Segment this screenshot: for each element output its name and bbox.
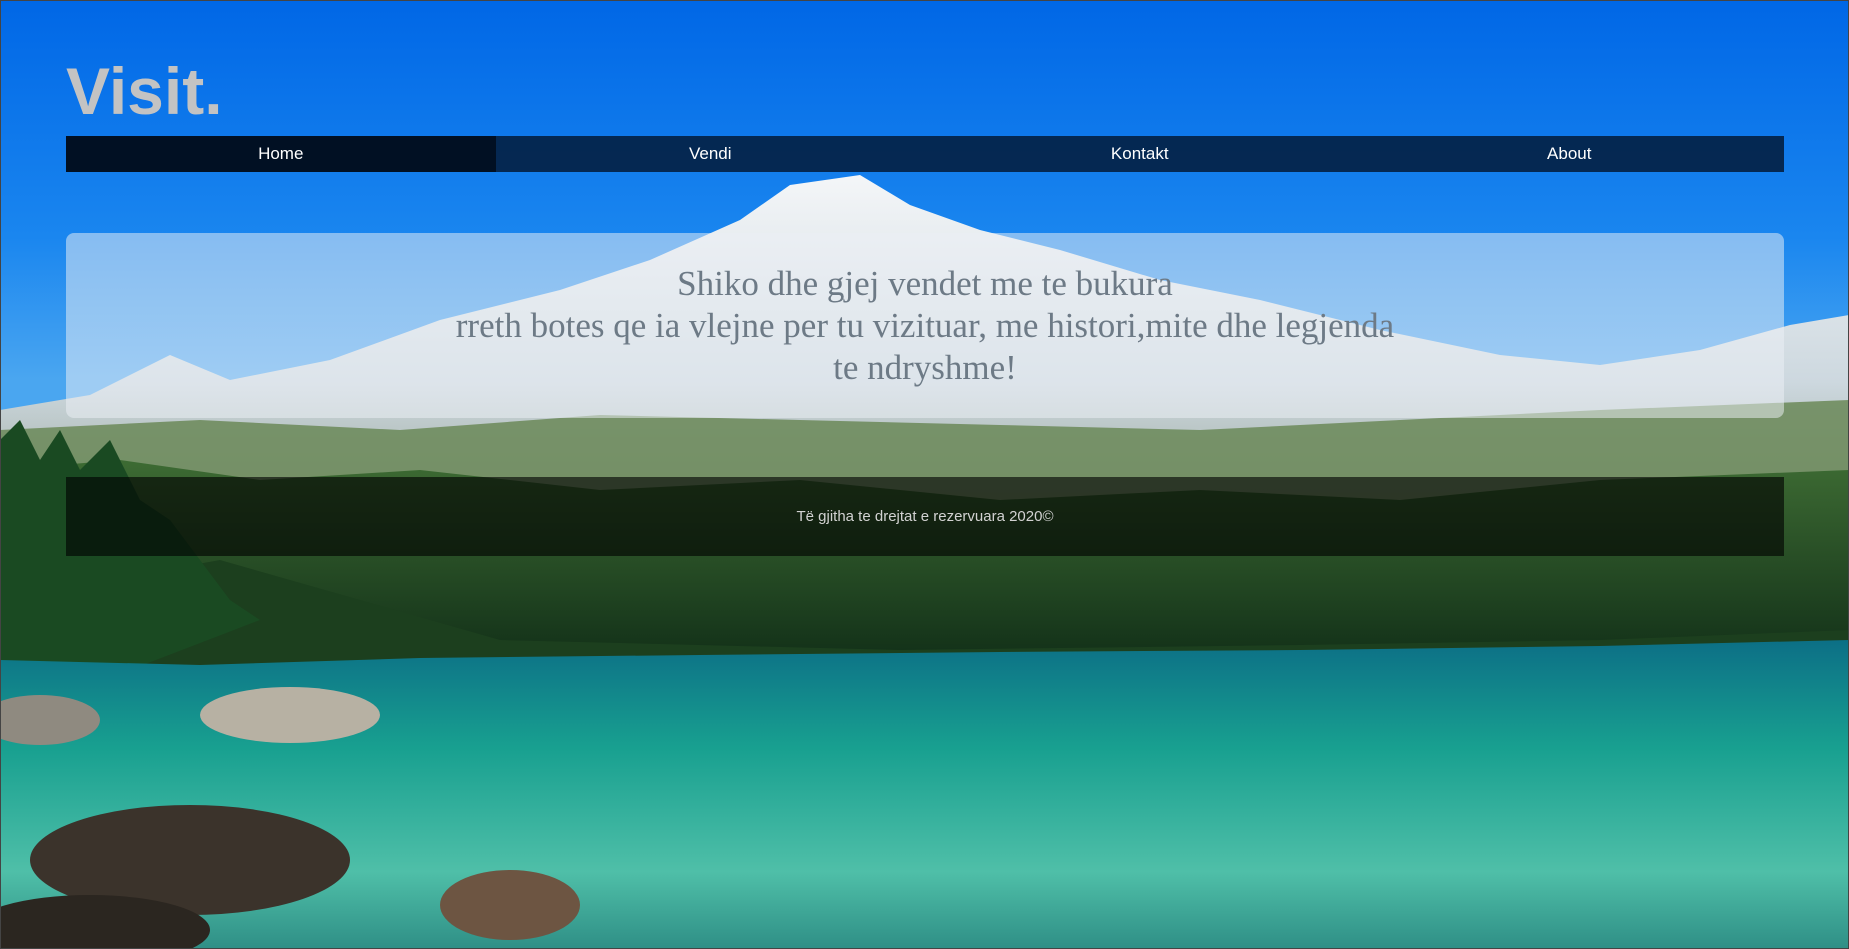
nav-item-vendi[interactable]: Vendi: [496, 136, 926, 172]
hero-line-3: te ndryshme!: [833, 347, 1017, 387]
hero-text: Shiko dhe gjej vendet me te bukura rreth…: [456, 263, 1394, 389]
hero-line-2: rreth botes qe ia vlejne per tu vizituar…: [455, 305, 1395, 345]
nav-item-home[interactable]: Home: [66, 136, 496, 172]
page-footer: Të gjitha te drejtat e rezervuara 2020©: [66, 477, 1784, 556]
main-navigation: Home Vendi Kontakt About: [66, 136, 1784, 172]
hero-line-1: Shiko dhe gjej vendet me te bukura: [677, 263, 1173, 303]
site-logo[interactable]: Visit.: [66, 58, 223, 124]
hero-banner: Shiko dhe gjej vendet me te bukura rreth…: [66, 233, 1784, 418]
copyright-text: Të gjitha te drejtat e rezervuara 2020©: [796, 508, 1054, 525]
nav-item-about[interactable]: About: [1355, 136, 1785, 172]
nav-item-kontakt[interactable]: Kontakt: [925, 136, 1355, 172]
